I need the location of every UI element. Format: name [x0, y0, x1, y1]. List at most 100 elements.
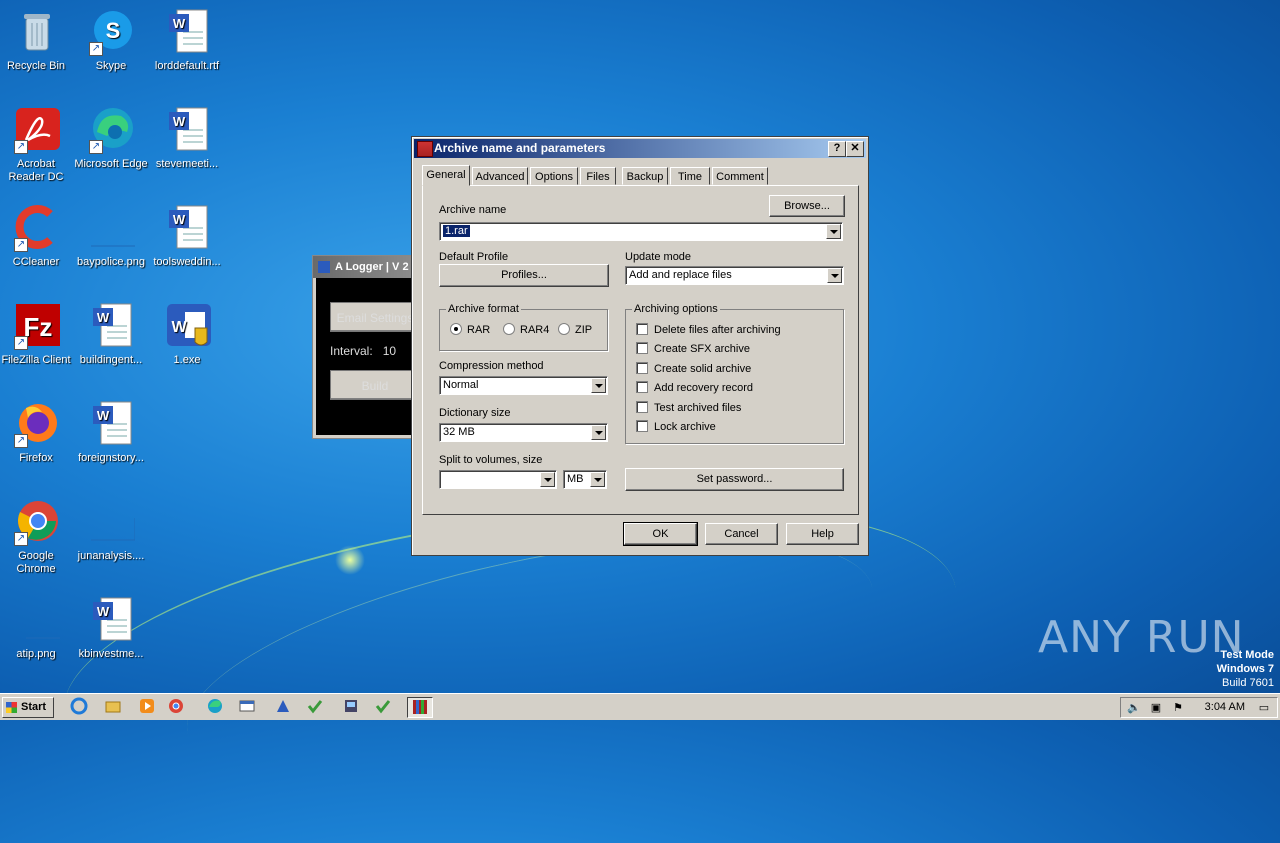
radio-selected-icon [450, 323, 462, 336]
format-zip-label: ZIP [575, 324, 593, 336]
svg-text:W: W [97, 604, 110, 619]
explorer-icon[interactable] [102, 697, 124, 718]
logger-window[interactable]: A Logger | V 2 Email Settings Interval: … [312, 255, 424, 439]
tab-files[interactable]: Files [580, 167, 616, 185]
winrar-taskbar-icon[interactable] [407, 697, 433, 718]
option-delete-files-checkbox[interactable]: Delete files after archiving [636, 323, 781, 336]
word-document-icon: W [87, 302, 135, 350]
close-button[interactable]: ✕ [846, 141, 864, 157]
browse-button[interactable]: Browse... [769, 195, 845, 217]
format-zip-radio[interactable]: ZIP [558, 323, 593, 336]
tab-comment[interactable]: Comment [712, 167, 768, 185]
chevron-down-icon[interactable] [540, 472, 555, 487]
image-file-icon [87, 204, 135, 252]
archive-dialog[interactable]: Archive name and parameters ? ✕ General … [411, 136, 869, 556]
app2-taskbar-icon[interactable] [372, 697, 394, 718]
default-profile-label: Default Profile [439, 251, 509, 263]
desktop-icon-ccleaner[interactable]: ↗ CCleaner [0, 204, 74, 269]
desktop-icon-kbinvestme[interactable]: W kbinvestme... [73, 596, 149, 661]
email-settings-button[interactable]: Email Settings [330, 302, 420, 332]
ie-icon[interactable] [68, 697, 90, 718]
logger-app-icon [318, 261, 330, 273]
tab-general[interactable]: General [422, 165, 470, 186]
option-lock-archive-checkbox[interactable]: Lock archive [636, 420, 716, 433]
option-label: Add recovery record [654, 382, 754, 394]
svg-text:W: W [97, 310, 110, 325]
chevron-down-icon[interactable] [826, 224, 841, 239]
desktop-icon-acrobat[interactable]: ↗ Acrobat Reader DC [0, 106, 74, 184]
media-player-icon[interactable] [136, 697, 158, 718]
tab-backup[interactable]: Backup [622, 167, 668, 185]
desktop-icon-chrome[interactable]: ↗ Google Chrome [0, 498, 74, 576]
logger-titlebar[interactable]: A Logger | V 2 [313, 256, 423, 278]
show-desktop-icon[interactable]: ▭ [1257, 701, 1271, 715]
edge-taskbar-icon[interactable] [204, 697, 226, 718]
checkbox-icon [636, 381, 648, 394]
option-solid-archive-checkbox[interactable]: Create solid archive [636, 362, 751, 375]
logger-title: A Logger | V 2 [335, 261, 409, 273]
clock[interactable]: 3:04 AM [1205, 701, 1245, 713]
option-label: Create SFX archive [654, 343, 750, 355]
chevron-down-icon[interactable] [591, 378, 606, 393]
dictionary-select[interactable]: 32 MB [439, 423, 608, 442]
desktop-icon-edge[interactable]: ↗ Microsoft Edge [73, 106, 149, 171]
tab-time[interactable]: Time [670, 167, 710, 185]
desktop-icon-1exe[interactable]: W 1.exe [149, 302, 225, 367]
start-button[interactable]: Start [2, 697, 54, 718]
build-button[interactable]: Build [330, 370, 420, 400]
set-password-button[interactable]: Set password... [625, 468, 844, 491]
desktop-icon-stevemeeti[interactable]: W stevemeeti... [149, 106, 225, 171]
cancel-button[interactable]: Cancel [705, 523, 778, 545]
desktop-icon-firefox[interactable]: ↗ Firefox [0, 400, 74, 465]
desktop-icon-filezilla[interactable]: Fz ↗ FileZilla Client [0, 302, 74, 367]
chrome-taskbar-icon[interactable] [165, 697, 187, 718]
logger-taskbar-icon[interactable] [272, 697, 294, 718]
chevron-down-icon[interactable] [827, 268, 842, 283]
speaker-icon[interactable]: 🔈 [1127, 701, 1141, 715]
skype-icon: S ↗ [87, 8, 135, 56]
compression-value: Normal [443, 379, 479, 391]
word-document-icon: W [163, 204, 211, 252]
desktop-icon-skype[interactable]: S ↗ Skype [73, 8, 149, 73]
desktop-icon-baypolice[interactable]: baypolice.png [73, 204, 149, 269]
split-size-combo[interactable] [439, 470, 557, 489]
tab-options[interactable]: Options [530, 167, 578, 185]
build-line: Build 7601 [1222, 677, 1274, 689]
window-taskbar-icon[interactable] [236, 697, 258, 718]
desktop-icon-junanalysis[interactable]: junanalysis.... [73, 498, 149, 563]
compression-select[interactable]: Normal [439, 376, 608, 395]
word-exe-icon: W [163, 302, 211, 350]
action-center-flag-icon[interactable]: ⚑ [1171, 701, 1185, 715]
archive-name-value[interactable]: 1.rar [443, 225, 470, 237]
option-test-files-checkbox[interactable]: Test archived files [636, 401, 741, 414]
desktop-icon-atip[interactable]: atip.png [0, 596, 74, 661]
dictionary-value: 32 MB [443, 426, 475, 438]
help-button[interactable]: Help [786, 523, 859, 545]
update-mode-select[interactable]: Add and replace files [625, 266, 844, 285]
option-recovery-record-checkbox[interactable]: Add recovery record [636, 381, 754, 394]
help-title-button[interactable]: ? [828, 141, 846, 157]
split-unit-select[interactable]: MB [563, 470, 607, 489]
chevron-down-icon[interactable] [591, 425, 606, 440]
logger-body: Email Settings Interval: 10 Build [316, 278, 423, 435]
archiving-options-label: Archiving options [632, 303, 720, 315]
format-rar-radio[interactable]: RAR [450, 323, 490, 336]
profiles-button[interactable]: Profiles... [439, 264, 609, 287]
archive-name-combo[interactable]: 1.rar [439, 222, 843, 241]
desktop-icon-buildingent[interactable]: W buildingent... [73, 302, 149, 367]
dialog-titlebar[interactable]: Archive name and parameters ? ✕ [414, 139, 866, 158]
app-taskbar-icon[interactable] [304, 697, 326, 718]
option-create-sfx-checkbox[interactable]: Create SFX archive [636, 342, 750, 355]
interval-value[interactable]: 10 [383, 344, 396, 358]
tab-advanced[interactable]: Advanced [472, 167, 528, 185]
desktop-icon-foreignstory[interactable]: W foreignstory... [73, 400, 149, 465]
network-icon[interactable]: ▣ [1149, 701, 1163, 715]
chevron-down-icon[interactable] [590, 472, 605, 487]
network-taskbar-icon[interactable] [340, 697, 362, 718]
ok-button[interactable]: OK [623, 522, 698, 546]
test-mode-line: Test Mode [1220, 649, 1274, 661]
desktop-icon-recycle-bin[interactable]: Recycle Bin [0, 8, 74, 73]
desktop-icon-lorddefault[interactable]: W lorddefault.rtf [149, 8, 225, 73]
format-rar4-radio[interactable]: RAR4 [503, 323, 549, 336]
desktop-icon-toolsweddin[interactable]: W toolsweddin... [149, 204, 225, 269]
